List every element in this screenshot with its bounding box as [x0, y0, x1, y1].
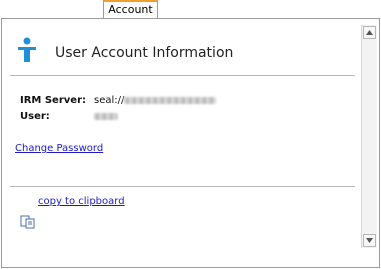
- page-title: User Account Information: [55, 45, 234, 61]
- server-prefix: seal://: [94, 95, 125, 106]
- user-label: User:: [20, 111, 50, 122]
- server-label: IRM Server:: [20, 95, 87, 106]
- user-value: [94, 111, 118, 122]
- account-panel: User Account Information IRM Server: sea…: [1, 18, 380, 268]
- server-redacted: [124, 96, 217, 104]
- user-info-icon: [16, 37, 38, 67]
- divider: [10, 186, 355, 187]
- user-redacted: [94, 112, 118, 120]
- copy-icon[interactable]: [20, 214, 36, 233]
- scroll-down-button[interactable]: [363, 234, 376, 247]
- scrollbar[interactable]: [361, 25, 377, 248]
- scroll-up-button[interactable]: [363, 26, 376, 39]
- server-value: seal://: [94, 95, 217, 106]
- change-password-link[interactable]: Change Password: [15, 143, 103, 154]
- divider: [10, 75, 355, 76]
- copy-to-clipboard-link[interactable]: copy to clipboard: [38, 196, 125, 207]
- tab-account[interactable]: Account: [103, 0, 158, 18]
